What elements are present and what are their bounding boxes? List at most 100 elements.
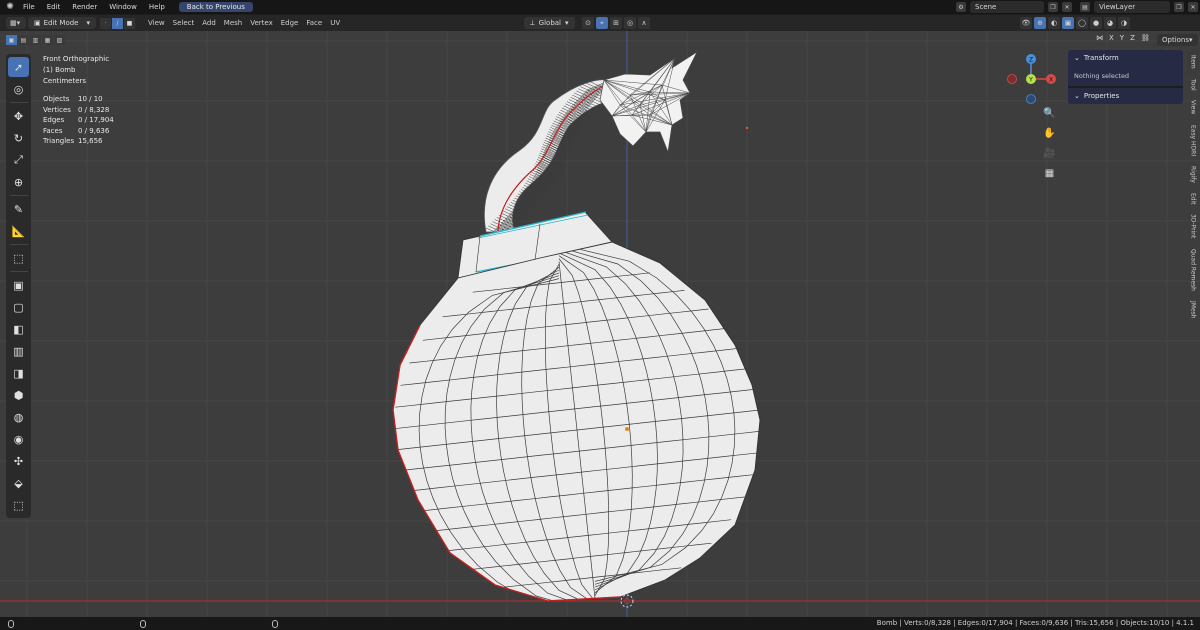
solid-icon[interactable]: ●: [1090, 17, 1102, 29]
tab-jmesh[interactable]: JMesh: [1190, 296, 1197, 324]
tab-item[interactable]: Item: [1187, 50, 1199, 74]
menu-edit[interactable]: Edit: [41, 3, 67, 11]
material-icon[interactable]: ◕: [1104, 17, 1116, 29]
tab-view[interactable]: View: [1190, 95, 1197, 119]
sidebar-panel: ⌄ Transform Nothing selected ⌄ Propertie…: [1068, 50, 1183, 104]
annotate-tool-icon[interactable]: ✎: [8, 199, 29, 219]
vertex-select-icon[interactable]: ·: [100, 17, 111, 29]
mode-label: Edit Mode: [43, 19, 79, 27]
menu-file[interactable]: File: [17, 3, 41, 11]
transform-orientation-dropdown[interactable]: ⟂ Global ▾: [524, 17, 575, 29]
menu-window[interactable]: Window: [103, 3, 143, 11]
wireframe-icon[interactable]: ◯: [1076, 17, 1088, 29]
view-layer-name: ViewLayer: [1099, 3, 1136, 11]
editor-type-icon[interactable]: ▦▾: [6, 17, 26, 29]
select-box-tool-icon[interactable]: ➚: [8, 57, 29, 77]
rendered-icon[interactable]: ◑: [1118, 17, 1130, 29]
chevron-down-icon: ▾: [86, 19, 90, 27]
snap-target-icon[interactable]: ⊞: [610, 17, 622, 29]
rip-region-tool-icon[interactable]: ⬚: [8, 495, 29, 515]
scene-selector[interactable]: Scene: [970, 1, 1044, 13]
extrude-tool-icon[interactable]: ▣: [8, 275, 29, 295]
inset-tool-icon[interactable]: ▢: [8, 297, 29, 317]
select-new-icon[interactable]: ▣: [6, 35, 17, 45]
select-extend-icon[interactable]: ▤: [18, 35, 29, 45]
view-layer-selector[interactable]: ViewLayer: [1094, 1, 1170, 13]
select-subtract-icon[interactable]: ▥: [30, 35, 41, 45]
falloff-icon[interactable]: ∧: [638, 17, 650, 29]
xray-icon[interactable]: ▣: [1062, 17, 1074, 29]
ortho-grid-icon[interactable]: ▦: [1042, 166, 1057, 181]
tab-easy-hdri[interactable]: Easy HDRI: [1190, 120, 1197, 161]
navigation-gizmo: Z X Y: [1007, 54, 1056, 104]
poly-build-tool-icon[interactable]: ⬢: [8, 385, 29, 405]
select-invert-icon[interactable]: ▦: [42, 35, 53, 45]
menu-vertex[interactable]: Vertex: [246, 17, 277, 29]
loop-cut-tool-icon[interactable]: ▥: [8, 341, 29, 361]
viewport-canvas[interactable]: Z X Y: [0, 31, 1200, 617]
link-icon[interactable]: ⛓: [1141, 34, 1150, 42]
scale-tool-icon[interactable]: ⤢: [8, 150, 29, 170]
options-dropdown[interactable]: Options ▾: [1157, 34, 1198, 46]
stat-row: Vertices 0 / 8,328: [43, 105, 110, 114]
new-view-layer-icon[interactable]: ❐: [1174, 2, 1184, 12]
menu-help[interactable]: Help: [143, 3, 171, 11]
mirror-x-toggle[interactable]: X: [1109, 34, 1114, 42]
edge-slide-tool-icon[interactable]: ✣: [8, 451, 29, 471]
edge-select-icon[interactable]: /: [112, 17, 123, 29]
menu-view[interactable]: View: [144, 17, 169, 29]
mirror-y-toggle[interactable]: Y: [1120, 34, 1124, 42]
gizmo-y-label: Y: [1028, 77, 1033, 84]
menu-face[interactable]: Face: [302, 17, 326, 29]
shear-tool-icon[interactable]: ⬙: [8, 473, 29, 493]
snap-icon[interactable]: ⌖: [596, 17, 608, 29]
tab-edit[interactable]: Edit: [1190, 188, 1197, 210]
delete-scene-icon[interactable]: ✕: [1062, 2, 1072, 12]
menu-mesh[interactable]: Mesh: [220, 17, 246, 29]
new-scene-icon[interactable]: ❐: [1048, 2, 1058, 12]
face-select-icon[interactable]: ■: [124, 17, 135, 29]
menu-render[interactable]: Render: [66, 3, 103, 11]
tab-3d-print[interactable]: 3D-Print: [1190, 209, 1197, 243]
select-intersect-icon[interactable]: ▧: [54, 35, 65, 45]
chevron-down-icon: ▾: [1189, 36, 1193, 44]
view-layer-icon[interactable]: ▤: [1080, 2, 1090, 12]
transform-tool-icon[interactable]: ⊕: [8, 172, 29, 192]
tab-rigify[interactable]: Rigify: [1190, 161, 1197, 188]
add-cube-tool-icon[interactable]: ⬚: [8, 248, 29, 268]
3d-viewport[interactable]: Z X Y: [0, 31, 1200, 617]
bomb-fuse: [483, 77, 616, 241]
menu-edge[interactable]: Edge: [277, 17, 303, 29]
rotate-tool-icon[interactable]: ↻: [8, 128, 29, 148]
knife-tool-icon[interactable]: ◨: [8, 363, 29, 383]
pan-hand-icon[interactable]: ✋: [1042, 126, 1057, 141]
tab-quad-remesh[interactable]: Quad Remesh: [1190, 244, 1197, 296]
measure-tool-icon[interactable]: 📐: [8, 221, 29, 241]
menu-add[interactable]: Add: [198, 17, 220, 29]
properties-panel-header[interactable]: ⌄ Properties: [1068, 88, 1183, 104]
mirror-z-toggle[interactable]: Z: [1130, 34, 1135, 42]
menu-select[interactable]: Select: [169, 17, 199, 29]
scene-icon[interactable]: ⚙: [956, 2, 966, 12]
cursor-tool-icon[interactable]: ◎: [8, 79, 29, 99]
smooth-tool-icon[interactable]: ◉: [8, 429, 29, 449]
mode-dropdown[interactable]: ▣ Edit Mode ▾: [28, 17, 96, 29]
overlay-icon[interactable]: ◐: [1048, 17, 1060, 29]
tab-tool[interactable]: Tool: [1190, 74, 1197, 96]
spin-tool-icon[interactable]: ◍: [8, 407, 29, 427]
camera-icon[interactable]: 🎥: [1042, 146, 1057, 161]
visibility-icon[interactable]: 👁: [1020, 17, 1032, 29]
selection-mode-row: ▣ ▤ ▥ ▦ ▧: [6, 35, 65, 45]
zoom-icon[interactable]: 🔍: [1042, 106, 1057, 121]
delete-view-layer-icon[interactable]: ✕: [1188, 2, 1198, 12]
menu-uv[interactable]: UV: [326, 17, 344, 29]
proportional-edit-icon[interactable]: ◎: [624, 17, 636, 29]
mode-icon: ▣: [34, 19, 41, 27]
bevel-tool-icon[interactable]: ◧: [8, 319, 29, 339]
transform-panel-header[interactable]: ⌄ Transform: [1068, 50, 1183, 66]
back-to-previous-button[interactable]: Back to Previous: [178, 2, 253, 12]
blender-logo-icon[interactable]: ✺: [3, 0, 17, 14]
move-tool-icon[interactable]: ✥: [8, 106, 29, 126]
gizmo-icon[interactable]: ⊕: [1034, 17, 1046, 29]
pivot-icon[interactable]: ⊙: [582, 17, 594, 29]
